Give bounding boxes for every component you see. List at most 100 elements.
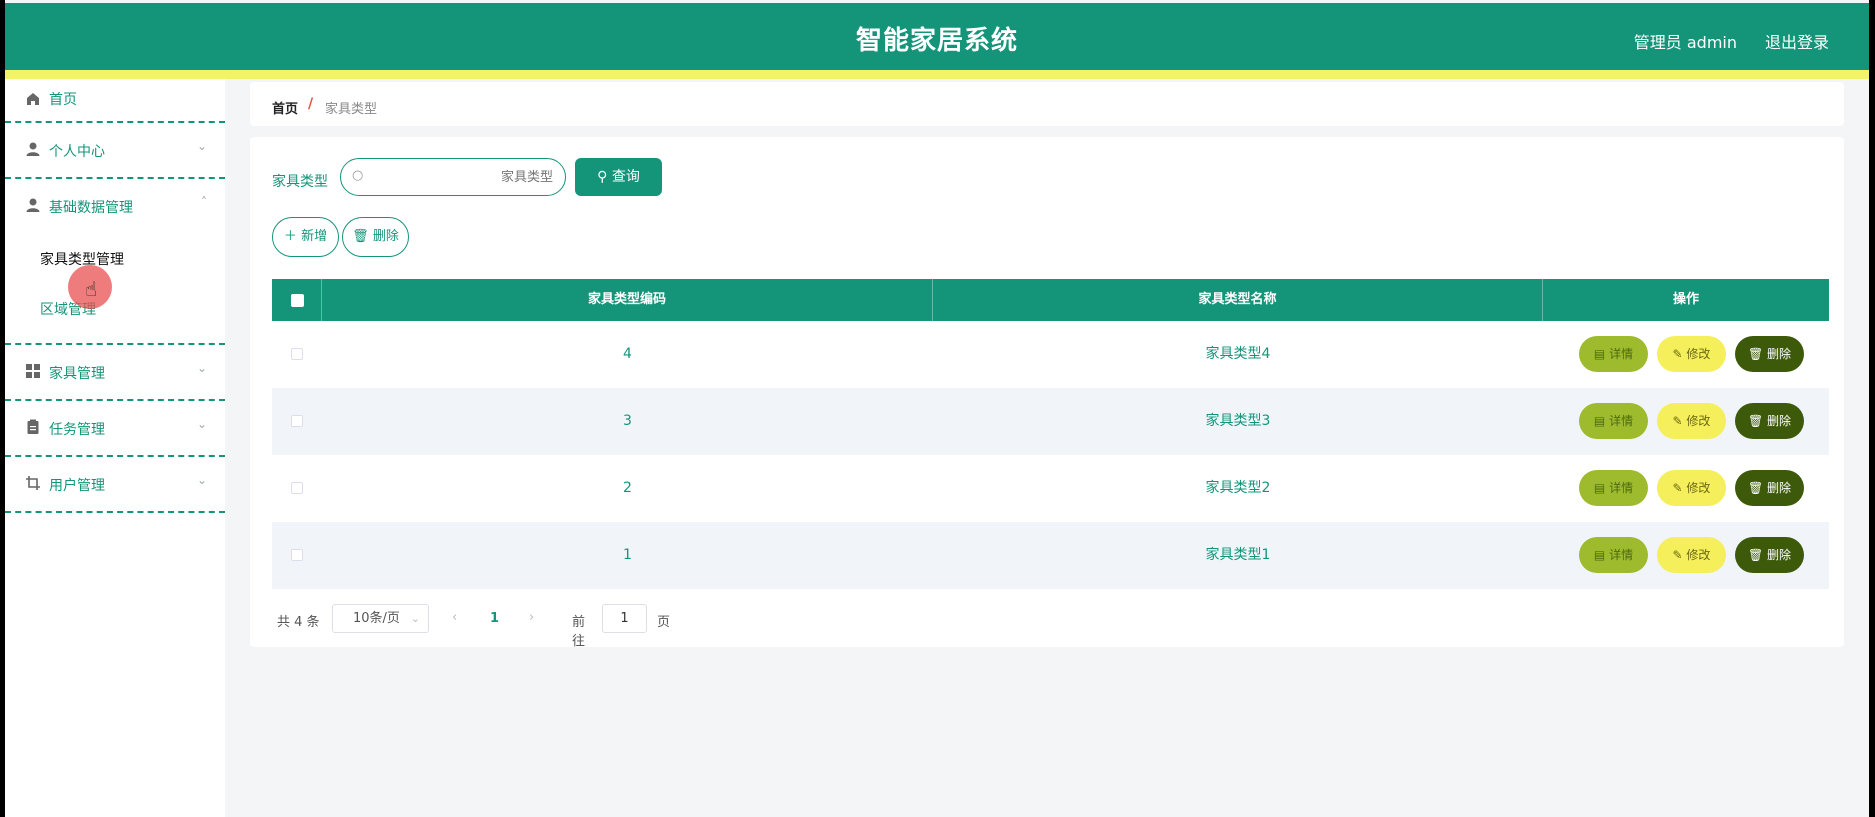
sidebar-item-label: 首页 <box>49 92 77 108</box>
cell-name: 家具类型2 <box>1205 480 1271 496</box>
sidebar-item-user[interactable]: 用户管理 ⌄ <box>5 457 225 513</box>
detail-button[interactable]: ▤ 详情 <box>1579 537 1648 573</box>
edit-button[interactable]: ✎ 修改 <box>1657 336 1726 372</box>
document-icon: ▤ <box>1593 548 1610 562</box>
sidebar-item-furniture[interactable]: 家具管理 ⌄ <box>5 345 225 401</box>
header-accent-bar <box>5 70 1869 79</box>
pencil-icon: ✎ <box>1672 347 1687 361</box>
search-icon: ⚲ <box>597 169 612 185</box>
edit-label: 修改 <box>1686 347 1711 361</box>
total-count: 共 4 条 <box>277 615 320 630</box>
detail-button[interactable]: ▤ 详情 <box>1579 336 1648 372</box>
table-row: 4 家具类型4 ▤ 详情 ✎ 修改 🗑 删除 <box>272 321 1829 388</box>
goto-suffix: 页 <box>657 615 671 630</box>
detail-label: 详情 <box>1609 548 1634 562</box>
cell-code: 1 <box>623 547 632 563</box>
hand-cursor-icon: ☝ <box>85 277 98 301</box>
delete-label: 删除 <box>1767 548 1792 562</box>
header-checkbox-cell <box>272 279 322 321</box>
document-icon: ▤ <box>1593 414 1610 428</box>
app-title: 智能家居系统 <box>855 26 1018 56</box>
sidebar-item-label: 基础数据管理 <box>49 200 133 216</box>
furniture-type-table: 家具类型编码 家具类型名称 操作 4 家具类型4 ▤ 详情 ✎ 修改 🗑 删除 … <box>272 279 1829 589</box>
edit-label: 修改 <box>1686 548 1711 562</box>
clipboard-icon <box>27 419 39 434</box>
trash-icon: 🗑 <box>1747 347 1768 361</box>
query-button-label: 查询 <box>611 169 640 185</box>
sidebar-item-label: 家具管理 <box>49 366 105 382</box>
pencil-icon: ✎ <box>1672 414 1687 428</box>
column-header-code: 家具类型编码 <box>322 279 933 321</box>
page-size-value: 10条/页 <box>353 611 400 626</box>
chevron-down-icon: ⌄ <box>196 417 207 431</box>
edit-label: 修改 <box>1686 414 1711 428</box>
detail-button[interactable]: ▤ 详情 <box>1579 470 1648 506</box>
sidebar-item-task[interactable]: 任务管理 ⌄ <box>5 401 225 457</box>
edit-button[interactable]: ✎ 修改 <box>1657 470 1726 506</box>
detail-label: 详情 <box>1609 347 1634 361</box>
query-button[interactable]: ⚲ 查询 <box>575 158 662 196</box>
table-header: 家具类型编码 家具类型名称 操作 <box>272 279 1829 321</box>
sidebar-item-label: 用户管理 <box>49 478 105 494</box>
detail-button[interactable]: ▤ 详情 <box>1579 403 1648 439</box>
search-label: 家具类型 <box>272 174 328 190</box>
document-icon: ▤ <box>1593 347 1610 361</box>
top-header: 智能家居系统 管理员 admin 退出登录 <box>5 3 1869 70</box>
row-checkbox[interactable] <box>291 549 303 561</box>
column-header-name: 家具类型名称 <box>933 279 1543 321</box>
breadcrumb-separator: / <box>308 96 314 112</box>
delete-label: 删除 <box>1767 481 1792 495</box>
sidebar-item-basic-data[interactable]: 基础数据管理 ˄ <box>5 179 225 235</box>
sidebar-subitem-area[interactable]: 区域管理 <box>5 285 225 335</box>
edit-button[interactable]: ✎ 修改 <box>1657 403 1726 439</box>
sidebar-item-label: 个人中心 <box>49 144 105 160</box>
edit-label: 修改 <box>1686 481 1711 495</box>
edit-button[interactable]: ✎ 修改 <box>1657 537 1726 573</box>
goto-page-input[interactable]: 1 <box>602 604 647 633</box>
delete-button[interactable]: 🗑 删除 <box>1735 537 1804 573</box>
crop-icon <box>26 476 40 490</box>
column-header-actions: 操作 <box>1672 292 1699 307</box>
delete-button[interactable]: 🗑 删除 <box>1735 403 1804 439</box>
cell-name: 家具类型3 <box>1205 413 1271 429</box>
page-number-current[interactable]: 1 <box>490 611 499 626</box>
batch-delete-label: 删除 <box>372 229 399 244</box>
document-icon: ▤ <box>1593 481 1610 495</box>
cell-name: 家具类型1 <box>1205 547 1271 563</box>
delete-button[interactable]: 🗑 删除 <box>1735 336 1804 372</box>
prev-page-button[interactable]: ‹ <box>452 610 457 625</box>
trash-icon: 🗑 <box>1747 548 1768 562</box>
next-page-button[interactable]: › <box>529 610 534 625</box>
sidebar-subitem-furniture-type[interactable]: 家具类型管理 <box>5 235 225 285</box>
row-checkbox[interactable] <box>291 348 303 360</box>
delete-button[interactable]: 🗑 删除 <box>1735 470 1804 506</box>
chevron-down-icon: ⌄ <box>196 139 207 153</box>
current-user: 管理员 admin <box>1633 33 1737 52</box>
sidebar-item-personal[interactable]: 个人中心 ⌄ <box>5 123 225 179</box>
search-input[interactable] <box>373 165 553 189</box>
cell-code: 4 <box>623 346 632 362</box>
add-button-label: 新增 <box>301 229 328 244</box>
basic-data-submenu: 家具类型管理 区域管理 <box>5 235 225 345</box>
select-all-checkbox[interactable] <box>291 294 304 307</box>
detail-label: 详情 <box>1609 481 1634 495</box>
sidebar-item-home[interactable]: 首页 <box>5 79 225 123</box>
sidebar-item-label: 任务管理 <box>49 422 105 438</box>
user-icon <box>26 198 40 212</box>
chevron-down-icon: ⌄ <box>410 612 420 625</box>
chevron-down-icon: ⌄ <box>196 361 207 375</box>
search-icon: ○ <box>352 168 364 183</box>
page-size-select[interactable]: 10条/页 ⌄ <box>332 604 429 633</box>
row-checkbox[interactable] <box>291 415 303 427</box>
add-button[interactable]: ＋ 新增 <box>272 217 339 257</box>
breadcrumb-home[interactable]: 首页 <box>272 98 298 117</box>
row-checkbox[interactable] <box>291 482 303 494</box>
logout-link[interactable]: 退出登录 <box>1765 29 1829 53</box>
batch-delete-button[interactable]: 🗑 删除 <box>342 217 409 257</box>
cell-name: 家具类型4 <box>1205 346 1271 362</box>
table-row: 3 家具类型3 ▤ 详情 ✎ 修改 🗑 删除 <box>272 388 1829 455</box>
user-icon <box>26 142 40 156</box>
table-row: 2 家具类型2 ▤ 详情 ✎ 修改 🗑 删除 <box>272 455 1829 522</box>
chevron-up-icon: ˄ <box>201 195 207 209</box>
search-box[interactable]: ○ <box>340 158 566 196</box>
